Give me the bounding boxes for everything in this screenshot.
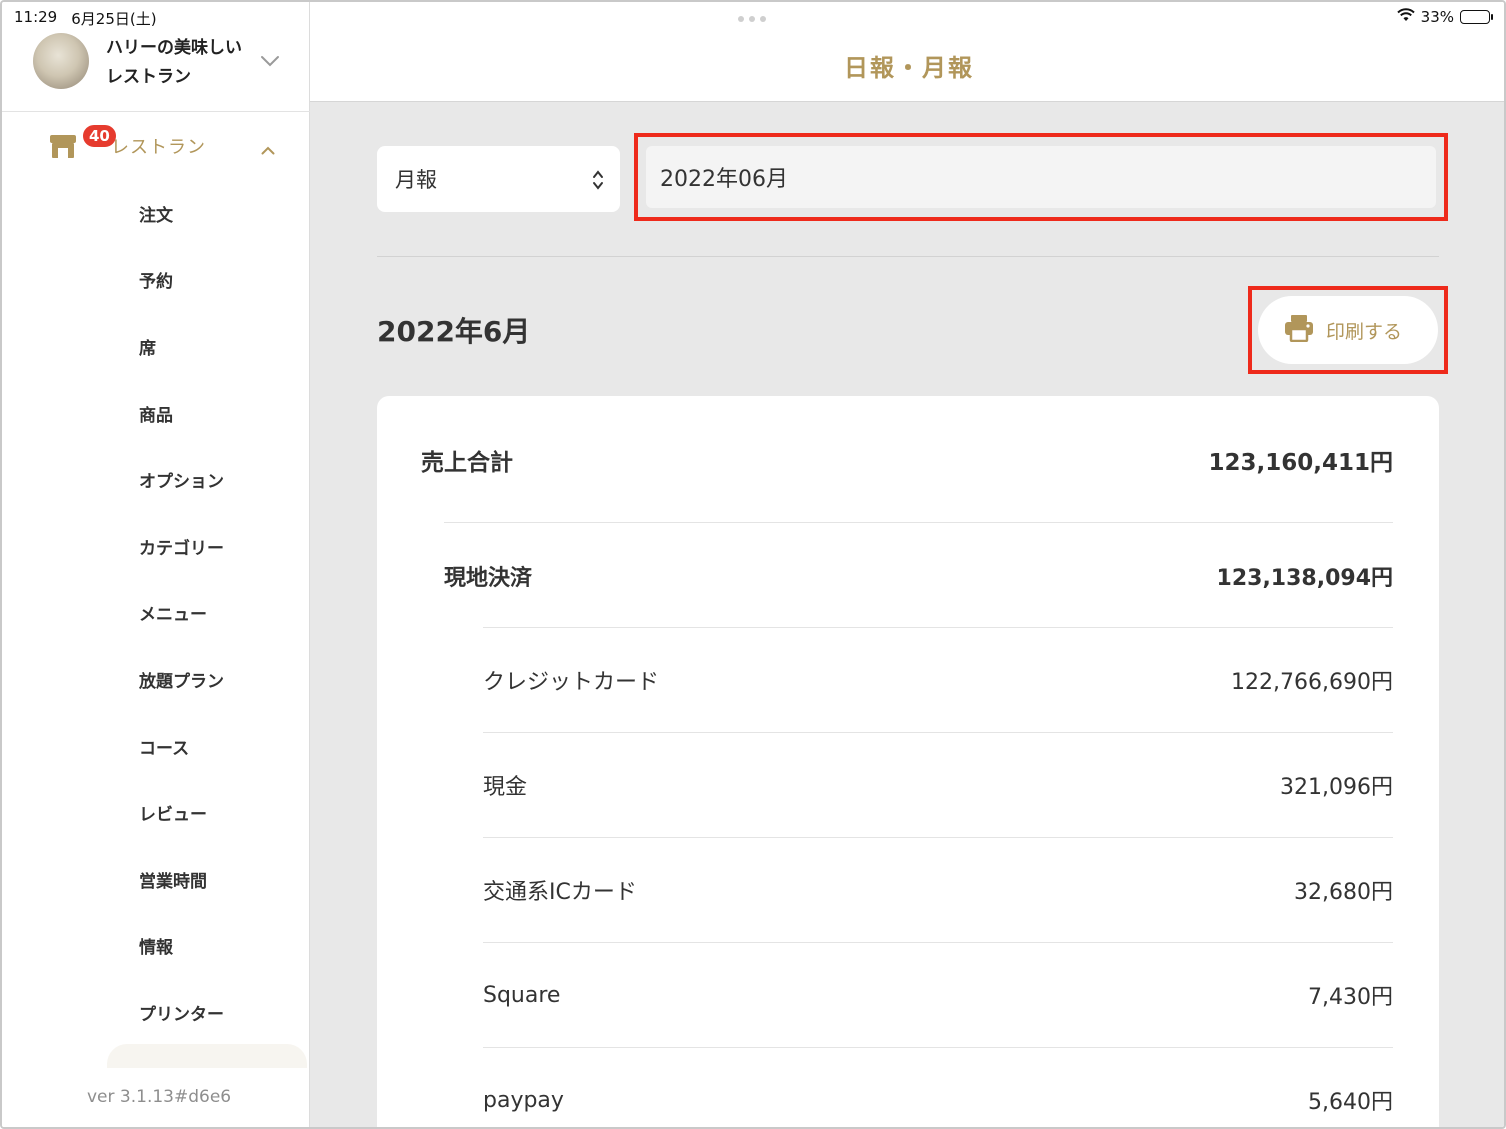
sidebar-item-printer[interactable]: プリンター	[2, 979, 310, 1046]
sidebar-item-reviews[interactable]: レビュー	[2, 779, 310, 846]
row-divider	[483, 732, 1393, 733]
row-divider	[483, 1047, 1393, 1048]
status-bar-left: 11:29 6月25日(土)	[14, 8, 157, 29]
payment-method-value: 122,766,690円	[1231, 670, 1393, 695]
payment-method-label: クレジットカード	[483, 670, 660, 695]
print-button-label: 印刷する	[1326, 320, 1403, 343]
sidebar-section-label: レストラン	[111, 137, 206, 158]
row-divider	[483, 942, 1393, 943]
payment-method-row: Square 7,430円	[483, 953, 1393, 1037]
payment-method-row: paypay 5,640円	[483, 1058, 1393, 1127]
wifi-icon	[1396, 8, 1415, 26]
sidebar-item-business-hours[interactable]: 営業時間	[2, 846, 310, 913]
sidebar-item-categories[interactable]: カテゴリー	[2, 513, 310, 580]
report-type-value: 月報	[395, 168, 437, 192]
battery-percent: 33%	[1420, 8, 1454, 26]
highlight-box-month-input	[634, 133, 1448, 221]
payment-method-value: 7,430円	[1308, 985, 1393, 1010]
sales-total-row: 売上合計 123,160,411円	[421, 418, 1393, 502]
highlight-box-print-button: 印刷する	[1248, 286, 1448, 374]
row-divider	[444, 522, 1393, 523]
row-divider	[483, 627, 1393, 628]
chevron-up-icon[interactable]	[261, 140, 275, 159]
sidebar-item-orders[interactable]: 注文	[2, 180, 310, 247]
payment-method-label: Square	[483, 982, 561, 1008]
payment-method-value: 321,096円	[1280, 775, 1393, 800]
payment-method-value: 32,680円	[1294, 880, 1393, 905]
sidebar-item-menu[interactable]: メニュー	[2, 580, 310, 647]
onsite-payment-value: 123,138,094円	[1216, 566, 1393, 591]
onsite-payment-row: 現地決済 123,138,094円	[444, 534, 1393, 618]
status-time: 11:29	[14, 8, 58, 26]
top-header: 日報・月報	[310, 2, 1504, 102]
status-date: 6月25日(土)	[71, 10, 157, 28]
store-name: ハリーの美味しいレストラン	[106, 38, 242, 87]
payment-method-value: 5,640円	[1308, 1090, 1393, 1115]
sidebar-item-courses[interactable]: コース	[2, 713, 310, 780]
avatar	[33, 33, 89, 89]
sidebar-item-options[interactable]: オプション	[2, 446, 310, 513]
status-bar-right: 33%	[1396, 8, 1493, 26]
report-type-select[interactable]: 月報	[377, 146, 620, 212]
page-title: 日報・月報	[844, 54, 974, 82]
sidebar-section-restaurant[interactable]: 40 レストラン	[2, 120, 310, 172]
payment-method-row: 交通系ICカード 32,680円	[483, 848, 1393, 932]
battery-icon	[1460, 10, 1493, 24]
app-version: ver 3.1.13#d6e6	[87, 1087, 232, 1107]
sidebar-nav: 注文 予約 席 商品 オプション カテゴリー メニュー 放題プラン コース レビ…	[2, 180, 310, 1046]
payment-method-row: クレジットカード 122,766,690円	[483, 638, 1393, 722]
month-input[interactable]	[646, 146, 1436, 208]
sidebar-item-next-partial[interactable]	[107, 1044, 307, 1068]
app-window: 11:29 6月25日(土) 33% ハリーの美味しいレストラン 40 レストラ…	[0, 0, 1506, 1129]
sidebar-item-products[interactable]: 商品	[2, 380, 310, 447]
print-button[interactable]: 印刷する	[1258, 296, 1438, 364]
store-switcher[interactable]: ハリーの美味しいレストラン	[2, 30, 310, 112]
divider	[377, 256, 1439, 257]
sidebar-item-seats[interactable]: 席	[2, 313, 310, 380]
sidebar-item-reservations[interactable]: 予約	[2, 247, 310, 314]
chevron-down-icon[interactable]	[260, 52, 280, 71]
select-arrows-icon	[592, 168, 604, 197]
sidebar: ハリーの美味しいレストラン 40 レストラン 注文 予約 席 商品 オプション …	[2, 2, 310, 1127]
payment-method-label: paypay	[483, 1087, 564, 1113]
period-heading: 2022年6月	[377, 315, 531, 348]
printer-icon	[1284, 314, 1314, 347]
payment-method-label: 現金	[483, 775, 528, 800]
sales-total-label: 売上合計	[421, 450, 513, 476]
onsite-payment-label: 現地決済	[444, 566, 533, 591]
sidebar-item-info[interactable]: 情報	[2, 913, 310, 980]
sidebar-item-all-you-can-plans[interactable]: 放題プラン	[2, 646, 310, 713]
sales-summary-card: 売上合計 123,160,411円 現地決済 123,138,094円 クレジッ…	[377, 396, 1439, 1127]
shop-icon	[49, 133, 77, 163]
sales-total-value: 123,160,411円	[1208, 450, 1393, 476]
main-content: 月報 2022年6月 印刷する	[310, 102, 1504, 1127]
payment-method-row: 現金 321,096円	[483, 743, 1393, 827]
row-divider	[483, 837, 1393, 838]
multitasking-dots[interactable]	[738, 16, 766, 22]
payment-method-label: 交通系ICカード	[483, 880, 637, 905]
